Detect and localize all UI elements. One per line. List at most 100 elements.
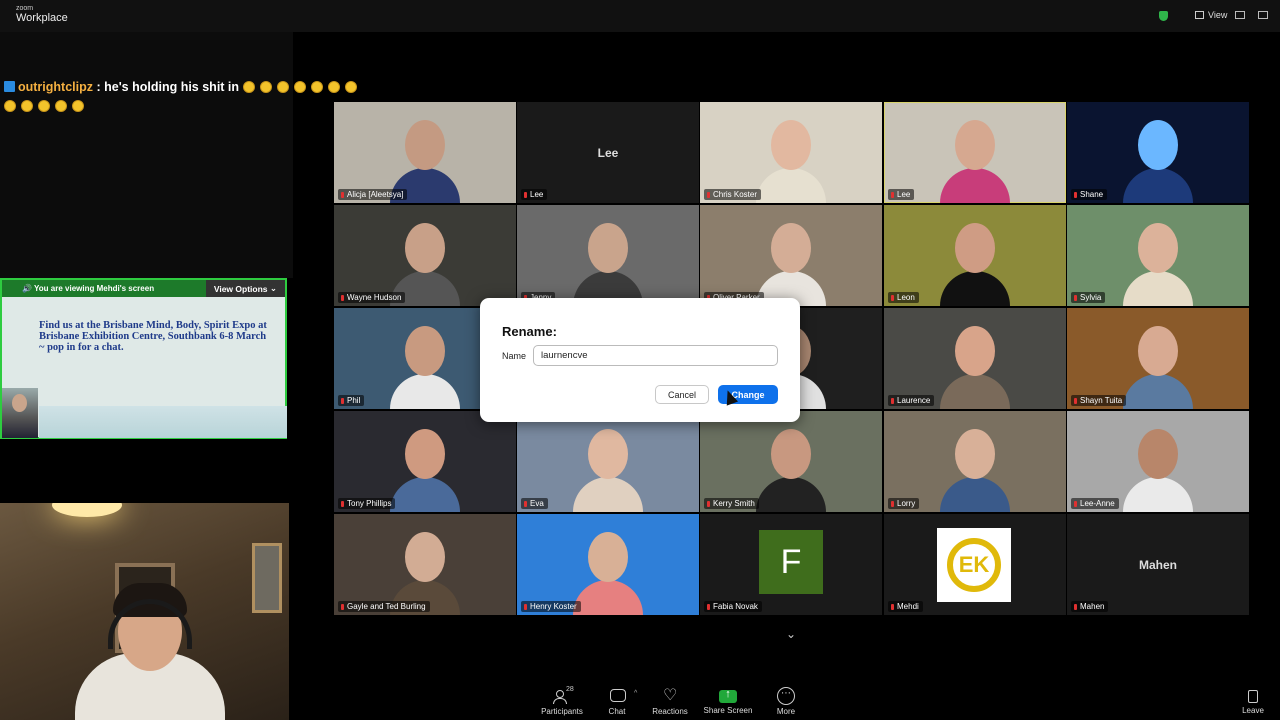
participant-face (771, 223, 811, 273)
participant-tile[interactable]: Alicja [Aleetsya] (334, 102, 516, 203)
view-options-button[interactable]: View Options ⌄ (205, 280, 285, 297)
more-label: More (776, 707, 796, 716)
brand-big: Workplace (16, 12, 68, 24)
participant-tile[interactable]: Chris Koster (700, 102, 882, 203)
participant-body (390, 477, 460, 512)
grid-view-icon (1195, 11, 1204, 19)
rofl-emoji-icon (259, 81, 272, 93)
participant-tile[interactable]: Oliver Parker (700, 205, 882, 306)
fullscreen-icon[interactable] (1258, 11, 1268, 19)
participant-tile[interactable]: Eva (517, 411, 699, 512)
leave-button[interactable]: Leave (1238, 690, 1268, 715)
participant-tile[interactable]: Jenny (517, 205, 699, 306)
chevron-up-icon[interactable]: ^ (634, 690, 637, 697)
participant-name-label: Chris Koster (704, 189, 762, 200)
more-icon (777, 687, 795, 705)
participant-name-label: Fabia Novak (704, 601, 762, 612)
participant-tile[interactable]: Lorry (884, 411, 1066, 512)
participant-face (588, 429, 628, 479)
share-screen-label: Share Screen (703, 706, 753, 715)
participant-body (940, 477, 1010, 512)
cancel-button[interactable]: Cancel (655, 385, 709, 404)
participant-tile[interactable]: Lee-Anne (1067, 411, 1249, 512)
participant-face (1138, 120, 1178, 170)
speaker-icon: 🔊 (22, 284, 35, 293)
participant-face (1138, 429, 1178, 479)
participant-tile[interactable]: Kerry Smith (700, 411, 882, 512)
participant-name-label: Henry Koster (521, 601, 581, 612)
participant-name-label: Mehdi (888, 601, 923, 612)
participant-tile[interactable]: Shayn Tuita (1067, 308, 1249, 409)
participant-name-label: Tony Phillips (338, 498, 396, 509)
participant-tile[interactable]: Wayne Hudson (334, 205, 516, 306)
avatar-letter: F (759, 530, 823, 594)
rofl-emoji-icon (55, 100, 67, 112)
share-screen-button[interactable]: Share Screen (698, 688, 758, 715)
zoom-workplace-logo: zoom Workplace (16, 5, 68, 24)
participant-body (390, 374, 460, 409)
participant-name-label: Shayn Tuita (1071, 395, 1127, 406)
participant-tile[interactable]: Laurence (884, 308, 1066, 409)
participant-name-label: Mahen (1071, 601, 1109, 612)
leave-label: Leave (1242, 706, 1264, 715)
participant-body (940, 271, 1010, 306)
participant-name-label: Sylvia (1071, 292, 1106, 303)
participant-tile[interactable]: Lee Lee (517, 102, 699, 203)
participant-body (573, 477, 643, 512)
background-mirror (252, 543, 282, 613)
participant-tile[interactable]: Tony Phillips (334, 411, 516, 512)
leave-icon (1248, 690, 1258, 703)
more-button[interactable]: More (756, 687, 816, 716)
emoji-row (4, 99, 89, 113)
participant-name-label: Phil (338, 395, 365, 406)
participant-tile[interactable]: Lee (884, 102, 1066, 203)
participant-name-display: Lee (597, 145, 619, 160)
participant-name-label: Wayne Hudson (338, 292, 406, 303)
emoji-row (242, 80, 362, 94)
rename-input[interactable] (533, 345, 778, 366)
participant-name-label: Laurence (888, 395, 935, 406)
participant-name-label: Shane (1071, 189, 1108, 200)
participant-tile[interactable]: F Fabia Novak (700, 514, 882, 615)
participant-face (588, 223, 628, 273)
ceiling-lamp (52, 503, 122, 517)
participant-name-label: Kerry Smith (704, 498, 759, 509)
participant-name-label: Alicja [Aleetsya] (338, 189, 408, 200)
dialog-title: Rename: (502, 324, 557, 339)
minimize-window-icon[interactable] (1235, 11, 1245, 19)
streamer-webcam (0, 503, 289, 720)
reactions-button[interactable]: Reactions (640, 685, 700, 716)
participant-body (940, 374, 1010, 409)
rofl-emoji-icon (310, 81, 323, 93)
viewing-indicator: 🔊 You are viewing Mehdi's screen (2, 284, 206, 293)
view-button[interactable]: View (1195, 10, 1227, 20)
participant-tile[interactable]: Leon (884, 205, 1066, 306)
participant-body (756, 168, 826, 203)
participant-face (955, 326, 995, 376)
chat-message: : he's holding his shit in (96, 80, 240, 94)
shared-screen-image (39, 406, 287, 438)
screen-share-bar: 🔊 You are viewing Mehdi's screen View Op… (2, 280, 285, 297)
participant-tile[interactable]: Shane (1067, 102, 1249, 203)
chevron-down-icon[interactable]: ⌄ (785, 628, 797, 640)
rofl-emoji-icon (344, 81, 357, 93)
participant-tile[interactable]: Sylvia (1067, 205, 1249, 306)
participant-tile[interactable]: EK Mehdi (884, 514, 1066, 615)
chat-button[interactable]: Chat (587, 688, 647, 716)
participant-body (573, 580, 643, 615)
rofl-emoji-icon (293, 81, 306, 93)
participants-button[interactable]: 28 Participants (532, 686, 592, 716)
rofl-emoji-icon (72, 100, 84, 112)
participant-face (405, 120, 445, 170)
screen-share-panel[interactable]: 🔊 You are viewing Mehdi's screen View Op… (0, 278, 287, 439)
participant-tile[interactable]: Henry Koster (517, 514, 699, 615)
participant-body (1123, 477, 1193, 512)
participant-tile[interactable]: Mahen Mahen (1067, 514, 1249, 615)
security-shield-icon[interactable] (1159, 11, 1168, 21)
participant-tile[interactable]: Gayle and Ted Burling (334, 514, 516, 615)
participant-face (405, 429, 445, 479)
title-bar: zoom Workplace View (0, 0, 1280, 32)
presenter-thumbnail (2, 388, 38, 438)
reactions-label: Reactions (652, 707, 688, 716)
participant-name-label: Gayle and Ted Burling (338, 601, 430, 612)
